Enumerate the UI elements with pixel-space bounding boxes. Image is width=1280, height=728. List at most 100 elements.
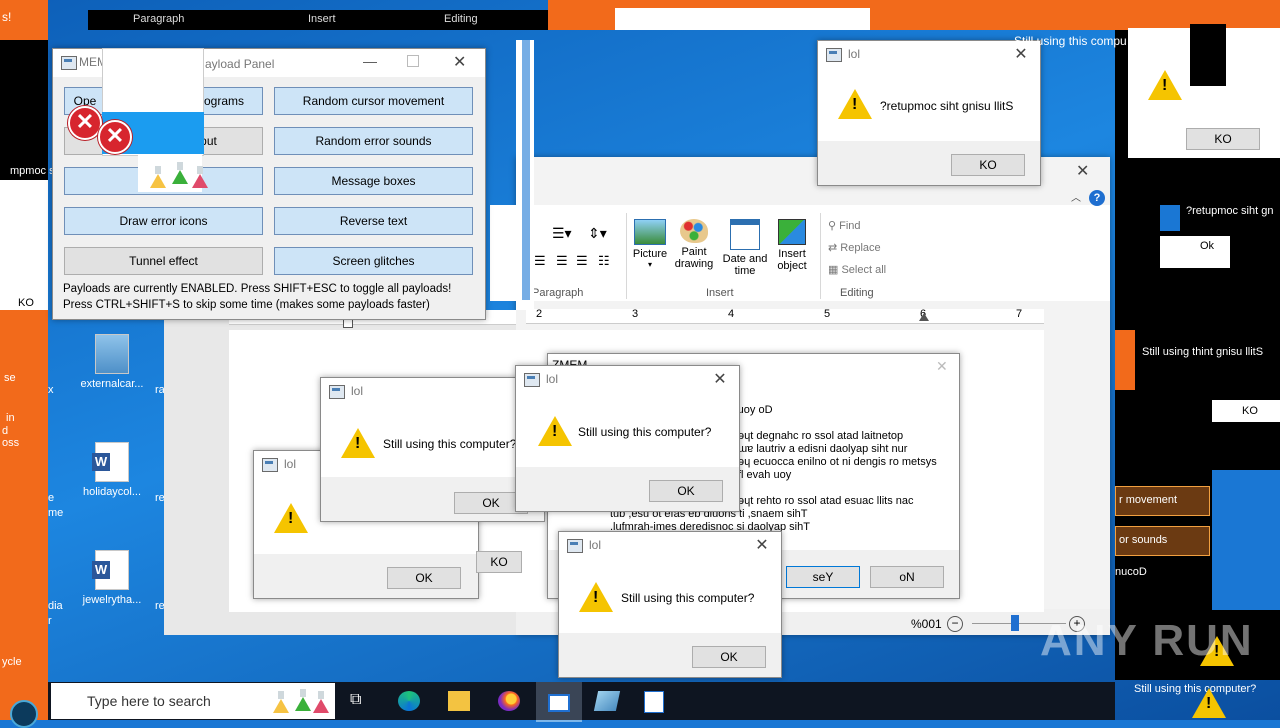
dialog-title: lol	[546, 372, 559, 386]
glitch-text-r: R	[6, 60, 15, 74]
no-label: oN	[899, 570, 915, 584]
glitch-text-exclaim: s!	[2, 10, 12, 24]
payload-button-error-icons[interactable]: Draw error icons	[64, 207, 263, 235]
glitch-text-mpmoc: mpmoc s	[10, 165, 55, 177]
glitch-text: or sounds	[1119, 534, 1168, 546]
ok-button[interactable]: OK	[692, 646, 766, 668]
glitch-text: ?retupmoc siht gn	[1186, 205, 1274, 217]
close-icon[interactable]: ✕	[751, 535, 773, 557]
date-time-label-2: time	[734, 265, 756, 277]
ok-button[interactable]: OK	[649, 480, 723, 502]
bullet-list-icon[interactable]: ☰▾	[552, 225, 572, 242]
app-icon	[61, 56, 77, 70]
ok-button[interactable]: KO	[951, 154, 1025, 176]
ribbon-group-paragraph: Paragraph	[532, 287, 584, 299]
ok-label: KO	[979, 158, 997, 172]
dialog-message: ?retupmoc siht gnisu llitS	[880, 99, 1014, 113]
zoom-out-icon[interactable]: −	[947, 616, 963, 632]
taskbar-search-box[interactable]: Type here to search	[51, 683, 335, 719]
app-window-icon	[548, 694, 570, 712]
paint-drawing-label: Paint	[681, 246, 707, 258]
flask-icon	[295, 689, 311, 711]
ok-label: OK	[482, 496, 500, 510]
payload-button-reverse-text[interactable]: Reverse text	[274, 207, 473, 235]
payload-button-label: Message boxes	[331, 174, 416, 188]
payload-button-label: Random error sounds	[315, 134, 432, 148]
file-explorer-icon[interactable]	[448, 691, 470, 711]
ruler-tick: 4	[728, 308, 735, 320]
close-icon[interactable]: ✕	[1076, 161, 1089, 181]
notepad-icon[interactable]	[593, 691, 621, 711]
wordpad-icon[interactable]	[644, 691, 664, 713]
mem-line: ɯɐ lautriv a edisni daolyap siht nur	[738, 443, 908, 455]
flask-icon	[192, 166, 208, 188]
payload-button-message-boxes[interactable]: Message boxes	[274, 167, 473, 195]
date-time-label: Date and	[722, 253, 768, 265]
desktop-icon[interactable]: externalcar...	[72, 334, 152, 390]
help-icon[interactable]: ?	[1089, 190, 1105, 206]
close-icon[interactable]: ✕	[709, 369, 731, 391]
app-icon	[567, 539, 583, 553]
minimize-icon[interactable]: —	[363, 53, 377, 69]
warning-icon: !	[838, 89, 872, 119]
taskbar: Type here to search ⧉	[48, 682, 1115, 722]
ruler-tick: 7	[1016, 308, 1023, 320]
app-icon	[826, 48, 842, 62]
align-center-icon[interactable]: ☰	[534, 253, 546, 269]
line-spacing-icon[interactable]: ⇕▾	[588, 225, 607, 242]
ok-button-reversed[interactable]: KO	[476, 551, 522, 573]
zoom-level: %001	[911, 617, 942, 631]
desktop-icon[interactable]: holidaycol...	[72, 442, 152, 498]
ok-button[interactable]: OK	[387, 567, 461, 589]
no-button[interactable]: oN	[870, 566, 944, 588]
select-all-label: Select all	[841, 264, 887, 276]
ok-label: OK	[677, 484, 695, 498]
ok-label: OK	[720, 650, 738, 664]
yes-button[interactable]: seY	[786, 566, 860, 588]
insert-object-label: Insert	[778, 248, 806, 260]
dialog-title: lol	[351, 384, 364, 398]
app-icon	[329, 385, 345, 399]
insert-object-button[interactable]: Insert object	[770, 219, 814, 272]
align-right-icon[interactable]: ☰	[556, 253, 568, 269]
desktop-icon[interactable]: jewelrytha...	[72, 550, 152, 606]
payload-button-error-sounds[interactable]: Random error sounds	[274, 127, 473, 155]
close-icon[interactable]: ✕	[936, 358, 948, 375]
task-view-icon[interactable]: ⧉	[350, 691, 372, 711]
glitch-block	[1160, 236, 1230, 268]
paint-drawing-button[interactable]: Paint drawing	[670, 219, 718, 270]
lol-dialog: lol ✕ ! Still using this computer? OK	[558, 531, 782, 678]
payload-button-tunnel[interactable]: Tunnel effect	[64, 247, 263, 275]
desktop-fragment-x: x	[48, 384, 54, 396]
date-time-button[interactable]: Date and time	[720, 219, 770, 277]
indent-marker[interactable]	[919, 313, 929, 321]
payload-button-label: Random cursor movement	[302, 94, 445, 108]
payload-button-glitches[interactable]: Screen glitches	[274, 247, 473, 275]
glitch-text-ko-left: KO	[18, 297, 34, 309]
maximize-icon[interactable]	[407, 55, 419, 67]
ribbon-separator	[820, 213, 821, 299]
ok-label: OK	[415, 571, 433, 585]
word-file-icon	[92, 550, 129, 590]
zoom-slider-thumb[interactable]	[1011, 615, 1019, 631]
picture-label: Picture	[632, 248, 668, 260]
start-button-glitch[interactable]	[10, 700, 38, 728]
replace-button[interactable]: ⇄ Replace	[828, 241, 881, 254]
close-icon[interactable]: ✕	[453, 52, 466, 72]
picture-button[interactable]: Picture ▾	[630, 219, 670, 269]
ruler-tick: 3	[632, 308, 639, 320]
taskbar-right	[1090, 682, 1115, 720]
ok-button[interactable]: KO	[1186, 128, 1260, 150]
chevron-up-icon[interactable]: ︿	[1071, 189, 1081, 204]
find-button[interactable]: ⚲ Find	[828, 219, 861, 232]
payload-button-cursor[interactable]: Random cursor movement	[274, 87, 473, 115]
paragraph-dialog-icon[interactable]: ☷	[598, 253, 610, 269]
dialog-title: lol	[284, 457, 297, 471]
edge-icon[interactable]	[398, 691, 420, 711]
select-all-button[interactable]: ▦ Select all	[828, 263, 886, 276]
firefox-icon[interactable]	[498, 691, 520, 711]
justify-icon[interactable]: ☰	[576, 253, 588, 269]
binoculars-icon: ⚲	[828, 220, 840, 232]
yes-label: seY	[812, 570, 834, 584]
dialog-message: Still using this computer?	[578, 425, 712, 439]
